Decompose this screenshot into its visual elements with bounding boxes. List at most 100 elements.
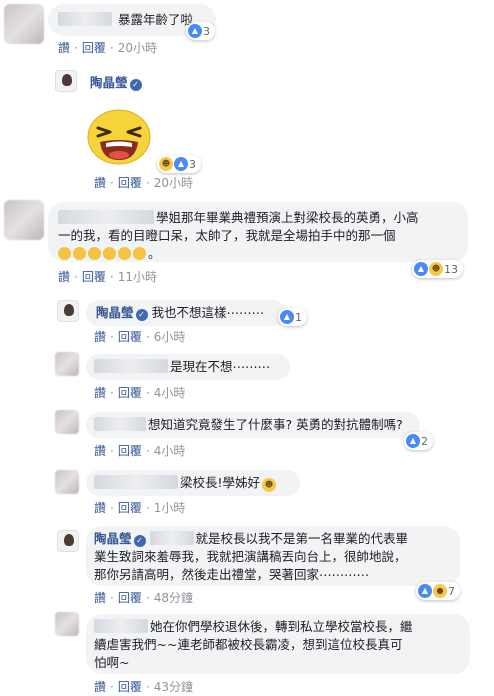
like-button[interactable]: 讚 — [58, 270, 70, 284]
comment-text: 暴露年齡了啦 — [117, 12, 193, 27]
clapping-hands-icon — [88, 247, 101, 260]
laughing-face-icon: ☻ — [429, 262, 443, 276]
comment-text-line: 業生致詞來羞辱我，我就把演講稿丟向台上，很帥地說， — [94, 549, 407, 564]
verified-check-icon: ✓ — [133, 535, 146, 547]
author-name-blurred[interactable] — [94, 475, 178, 489]
comment-actions: 讚 · 回覆 · 11小時 — [58, 270, 157, 284]
reply-button[interactable]: 回覆 — [118, 176, 142, 190]
comment-bubble: 學姐那年畢業典禮預演上對梁校長的英勇，小高 一的我，看的目瞪口呆，太帥了，我就是… — [48, 202, 468, 262]
comment-text-line: 學姐那年畢業典禮預演上對梁校長的英勇，小高 — [156, 210, 419, 225]
clapping-hands-icon — [58, 247, 71, 260]
like-button[interactable]: 讚 — [94, 386, 106, 400]
comment-author-row: 陶晶瑩 ✓ — [90, 72, 146, 91]
timestamp[interactable]: 11小時 — [118, 270, 157, 284]
comment-text: 梁校長!學姊好 — [180, 475, 261, 490]
author-name-blurred[interactable] — [94, 359, 168, 373]
avatar[interactable] — [55, 612, 79, 636]
verified-check-icon: ✓ — [135, 309, 148, 321]
thumbs-up-icon: ▲ — [406, 434, 420, 448]
comment-bubble: 想知道究竟發生了什麼事? 英勇的對抗體制嗎? — [86, 412, 420, 438]
comment-text: 我也不想這樣⋯⋯⋯ — [151, 305, 265, 320]
laughing-face-icon — [87, 109, 151, 165]
thumbs-up-icon: ▲ — [188, 24, 202, 38]
comment-text-line: 續虐害我們~~連老師都被校長霸凌，想到這位校長真可 — [94, 637, 403, 652]
comment-text: 想知道究竟發生了什麼事? 英勇的對抗體制嗎? — [148, 417, 403, 432]
author-name-blurred[interactable] — [58, 12, 112, 26]
reaction-count: 7 — [448, 584, 455, 598]
clapping-hands-icon — [118, 247, 131, 260]
author-name[interactable]: 陶晶瑩 — [90, 75, 128, 90]
comment-bubble: 她在你們學校退休後，轉到私立學校當校長，繼 續虐害我們~~連老師都被校長霸凌，想… — [86, 614, 470, 674]
like-button[interactable]: 讚 — [94, 680, 106, 694]
comment-actions: 讚 · 回覆 · 48分鐘 — [94, 591, 193, 605]
like-button[interactable]: 讚 — [58, 41, 70, 55]
like-button[interactable]: 讚 — [94, 330, 106, 344]
tagged-name-blurred[interactable] — [149, 531, 194, 545]
avatar[interactable] — [55, 70, 77, 92]
comment-actions: 讚 · 回覆 · 4小時 — [94, 386, 186, 400]
like-button[interactable]: 讚 — [94, 176, 106, 190]
reaction-summary[interactable]: ▲ 1 — [278, 308, 307, 326]
reaction-summary[interactable]: ☻ ▲ 3 — [157, 155, 201, 173]
comment-actions: 讚 · 回覆 · 20小時 — [94, 176, 193, 190]
like-button[interactable]: 讚 — [94, 501, 106, 515]
like-button[interactable]: 讚 — [94, 591, 106, 605]
author-name-blurred[interactable] — [58, 210, 154, 224]
comment-actions: 讚 · 回覆 · 4小時 — [94, 444, 186, 458]
timestamp[interactable]: 20小時 — [154, 176, 193, 190]
reply-button[interactable]: 回覆 — [118, 386, 142, 400]
comment-bubble: 梁校長!學姊好 ☻ — [86, 470, 300, 496]
timestamp[interactable]: 4小時 — [154, 386, 186, 400]
reply-button[interactable]: 回覆 — [118, 501, 142, 515]
wow-face-icon: ● — [433, 584, 447, 598]
comment-text-suffix: 。 — [148, 246, 161, 261]
like-button[interactable]: 讚 — [94, 444, 106, 458]
avatar[interactable] — [55, 470, 79, 494]
timestamp[interactable]: 6小時 — [154, 330, 186, 344]
timestamp[interactable]: 48分鐘 — [154, 591, 193, 605]
comment-text-line: 她在你們學校退休後，轉到私立學校當校長，繼 — [150, 619, 413, 634]
author-name[interactable]: 陶晶瑩 — [96, 305, 134, 320]
reaction-summary[interactable]: ▲ ● 7 — [416, 582, 460, 600]
reply-button[interactable]: 回覆 — [118, 444, 142, 458]
thumbs-up-icon: ▲ — [414, 262, 428, 276]
avatar[interactable] — [57, 300, 79, 322]
avatar[interactable] — [4, 4, 44, 44]
reply-button[interactable]: 回覆 — [82, 270, 106, 284]
comment-actions: 讚 · 回覆 · 20小時 — [58, 41, 157, 55]
reaction-count: 2 — [421, 434, 428, 448]
clapping-hands-icon — [103, 247, 116, 260]
verified-check-icon: ✓ — [129, 79, 142, 91]
reaction-summary[interactable]: ▲ 3 — [186, 22, 215, 40]
comment-actions: 讚 · 回覆 · 1小時 — [94, 501, 186, 515]
emoji-row: 。 — [58, 245, 458, 263]
comment-text: 是現在不想⋯⋯⋯ — [170, 359, 271, 374]
reply-button[interactable]: 回覆 — [82, 41, 106, 55]
author-name[interactable]: 陶晶瑩 — [94, 531, 132, 546]
comment-bubble: 是現在不想⋯⋯⋯ — [86, 354, 290, 380]
thumbs-up-icon: ▲ — [280, 310, 294, 324]
reply-button[interactable]: 回覆 — [118, 591, 142, 605]
clapping-hands-icon — [133, 247, 146, 260]
avatar[interactable] — [55, 352, 79, 376]
avatar[interactable] — [55, 410, 79, 434]
comment-bubble: 陶晶瑩 ✓ 就是校長以我不是第一名畢業的代表畢 業生致詞來羞辱我，我就把演講稿丟向台… — [86, 526, 460, 586]
timestamp[interactable]: 20小時 — [118, 41, 157, 55]
timestamp[interactable]: 43分鐘 — [154, 680, 193, 694]
author-name-blurred[interactable] — [94, 619, 148, 633]
comment-actions: 讚 · 回覆 · 43分鐘 — [94, 680, 193, 694]
reaction-summary[interactable]: ▲ 2 — [404, 432, 433, 450]
comment-text-line: 那你另請高明，然後走出禮堂，哭著回家⋯⋯⋯⋯ — [94, 567, 370, 582]
timestamp[interactable]: 4小時 — [154, 444, 186, 458]
laughing-face-icon: ☻ — [262, 478, 277, 492]
author-name-blurred[interactable] — [94, 417, 146, 431]
avatar[interactable] — [57, 530, 79, 552]
timestamp[interactable]: 1小時 — [154, 501, 186, 515]
reaction-count: 3 — [203, 24, 210, 38]
reaction-summary[interactable]: ▲ ☻ 13 — [412, 260, 463, 278]
reply-button[interactable]: 回覆 — [118, 330, 142, 344]
avatar[interactable] — [4, 200, 44, 240]
reply-button[interactable]: 回覆 — [118, 680, 142, 694]
reaction-count: 13 — [444, 262, 458, 276]
thumbs-up-icon: ▲ — [418, 584, 432, 598]
